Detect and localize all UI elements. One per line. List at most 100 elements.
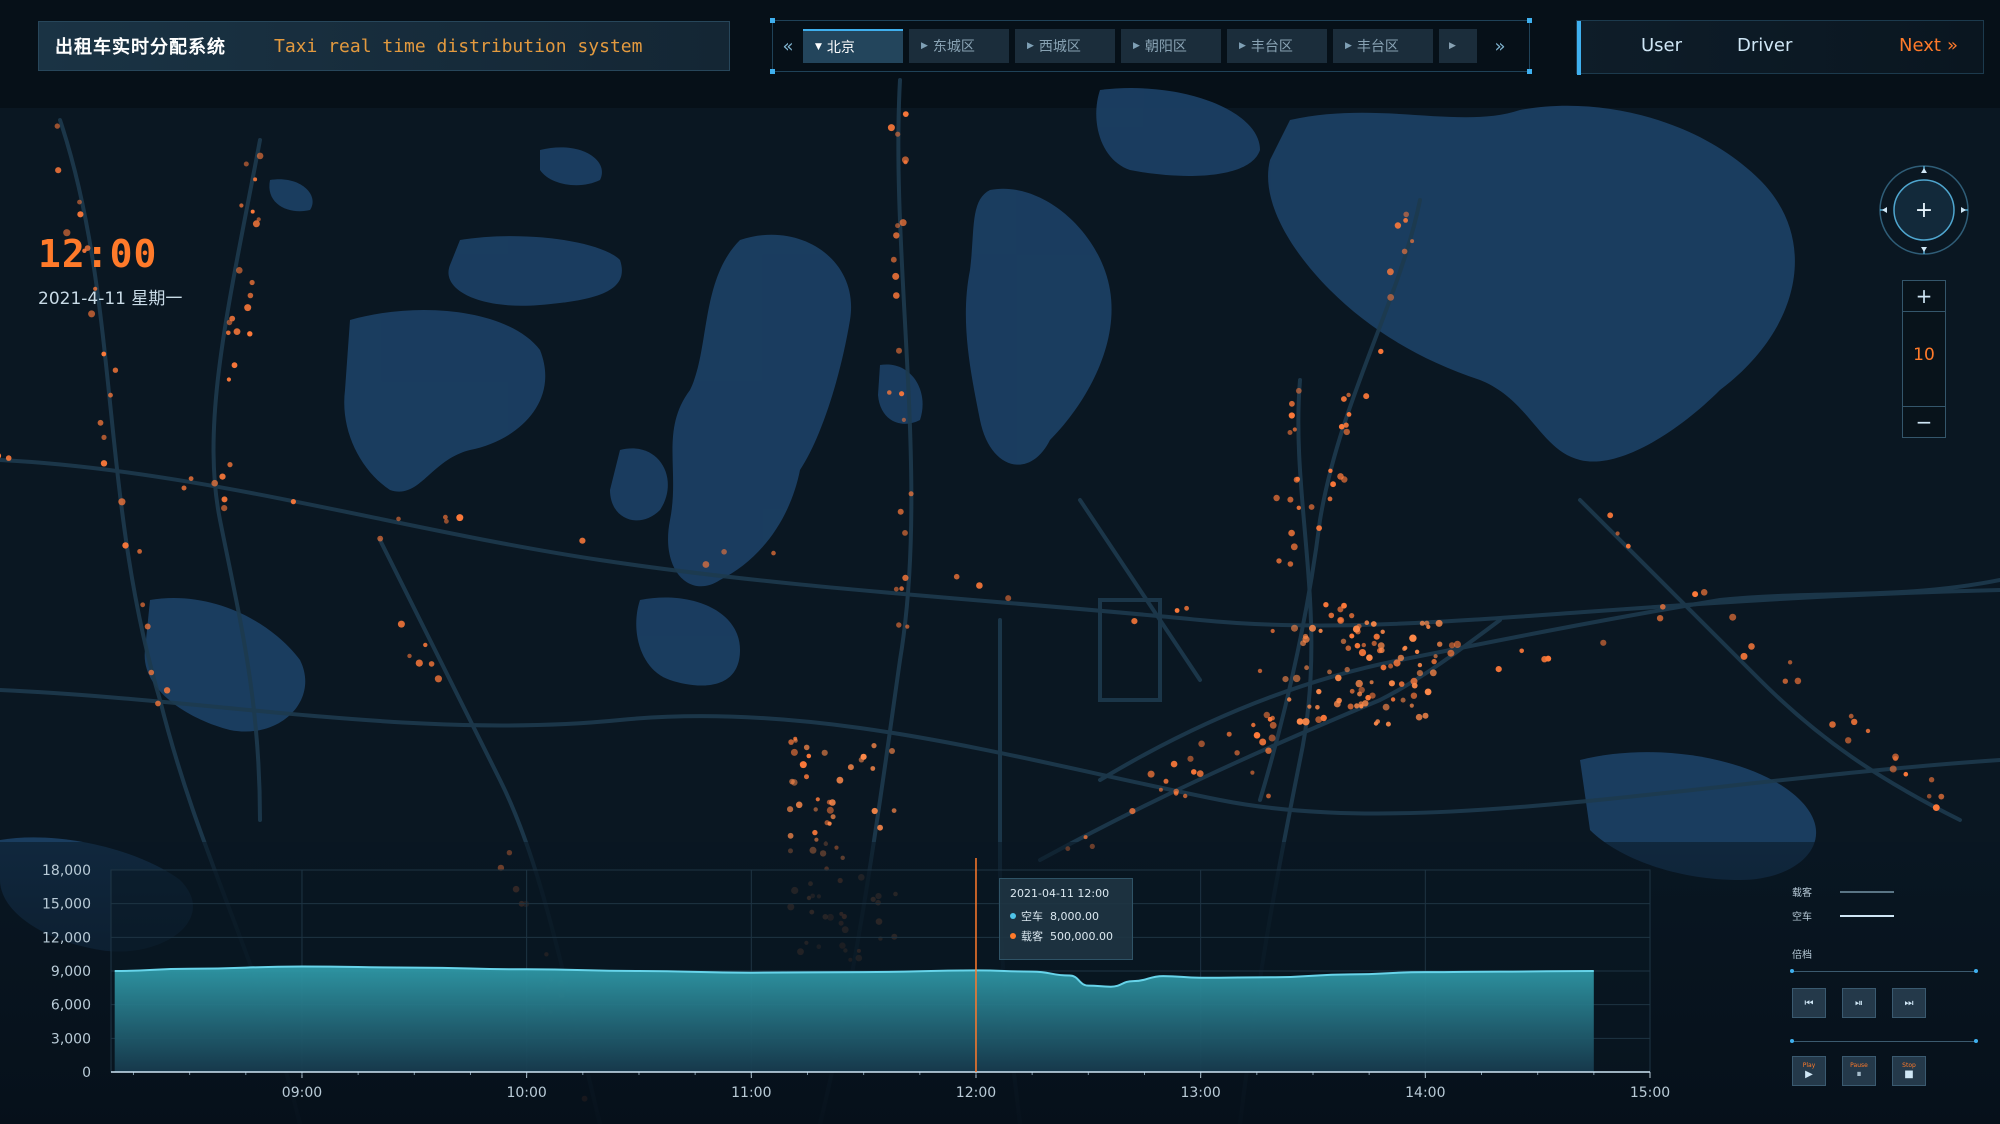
taxi-dot	[1740, 652, 1748, 660]
y-tick-label: 15,000	[42, 897, 91, 913]
taxi-dot	[1748, 643, 1755, 650]
taxi-dot	[1782, 678, 1789, 684]
taxi-dot	[1268, 734, 1276, 742]
taxi-dot	[1403, 218, 1408, 223]
zoom-in-button[interactable]: +	[1903, 281, 1945, 312]
nav-user-link[interactable]: User	[1641, 35, 1682, 56]
header-title-bar: 出租车实时分配系统 Taxi real time distribution sy…	[38, 21, 730, 71]
taxi-dot	[290, 499, 296, 505]
taxi-dot	[1341, 476, 1348, 483]
tab-fengtai-2[interactable]: ▶ 丰台区	[1333, 29, 1433, 63]
taxi-dot	[118, 498, 126, 506]
skip-back-icon: ⏮	[1804, 997, 1814, 1009]
taxi-dot	[1431, 658, 1437, 665]
taxi-dot	[887, 390, 892, 395]
taxi-dot	[1422, 712, 1429, 719]
taxi-dot	[1366, 654, 1373, 661]
zoom-out-button[interactable]: −	[1903, 406, 1945, 437]
taxi-dot	[893, 586, 899, 592]
taxi-dot	[108, 392, 113, 398]
taxi-dot	[1361, 642, 1367, 648]
taxi-dot	[1388, 680, 1395, 687]
taxi-dot	[1198, 740, 1205, 748]
district-tabs: « ▼ 北京 ▶ 东城区 ▶ 西城区 ▶ 朝阳区 ▶ 丰台区 ▶ 丰台区 ▶ »	[770, 18, 1532, 74]
timeline-slider[interactable]	[1790, 1039, 1978, 1043]
taxi-dot	[899, 586, 904, 591]
taxi-dot	[1328, 468, 1333, 473]
tab-overflow[interactable]: ▶	[1439, 29, 1477, 63]
taxi-dot	[101, 351, 107, 357]
taxi-dot	[247, 331, 253, 337]
taxi-dot	[799, 761, 807, 769]
taxi-dot	[88, 310, 96, 318]
nav-driver-link[interactable]: Driver	[1737, 35, 1792, 56]
taxi-dot	[1352, 625, 1361, 633]
slider-end	[1790, 1039, 1794, 1043]
x-tick-label: 10:00	[506, 1085, 546, 1101]
tab-beijing[interactable]: ▼ 北京	[803, 29, 903, 63]
taxi-dot	[1358, 649, 1367, 657]
taxi-dot	[1309, 624, 1316, 632]
y-tick-label: 9,000	[51, 964, 91, 980]
taxi-dot	[1335, 674, 1342, 682]
taxi-dot	[787, 832, 794, 839]
stop-button[interactable]: Stop ■	[1892, 1056, 1926, 1086]
taxi-dot	[892, 272, 900, 280]
play-button[interactable]: Play ▶	[1792, 1056, 1826, 1086]
taxi-dot	[893, 292, 900, 299]
taxi-dot	[702, 561, 710, 568]
taxi-dot	[1269, 721, 1277, 729]
taxi-dot	[871, 807, 878, 815]
taxi-dot	[889, 748, 895, 754]
tab-fengtai[interactable]: ▶ 丰台区	[1227, 29, 1327, 63]
pause-button[interactable]: Pause ⏸	[1842, 1056, 1876, 1086]
taxi-dot	[829, 799, 836, 806]
taxi-dot	[1928, 777, 1935, 783]
tab-xicheng[interactable]: ▶ 西城区	[1015, 29, 1115, 63]
tooltip-time: 2021-04-11 12:00	[1010, 887, 1110, 900]
taxi-dot	[788, 739, 794, 745]
taxi-dot	[1371, 640, 1377, 647]
tabs-next-icon[interactable]: »	[1485, 29, 1515, 63]
taxi-dot	[1416, 670, 1423, 677]
taxi-dot	[407, 653, 412, 659]
taxi-dot	[836, 776, 844, 784]
taxi-dot	[902, 111, 909, 117]
taxi-dot	[1267, 716, 1273, 722]
taxi-dot	[901, 156, 909, 164]
taxi-dot	[1187, 755, 1194, 762]
caret-right-icon: ▶	[1133, 41, 1140, 51]
taxi-dot	[1409, 703, 1414, 708]
compass-icon[interactable]: +	[1878, 164, 1970, 256]
tabs-prev-icon[interactable]: «	[773, 29, 803, 63]
taxi-dot	[1851, 718, 1858, 726]
taxi-dot	[423, 642, 428, 648]
taxi-dot	[1287, 430, 1293, 435]
taxi-dot	[1380, 629, 1385, 634]
taxi-dot	[579, 537, 586, 544]
tab-chaoyang[interactable]: ▶ 朝阳区	[1121, 29, 1221, 63]
taxi-dot	[1600, 639, 1607, 646]
taxi-dot	[1447, 649, 1455, 657]
step-button[interactable]: ⏯	[1842, 988, 1876, 1018]
taxi-dot	[1287, 496, 1294, 503]
taxi-dot	[1316, 525, 1322, 531]
taxi-dot	[226, 330, 231, 336]
tab-dongcheng[interactable]: ▶ 东城区	[909, 29, 1009, 63]
nav-next-button[interactable]: Next»	[1899, 35, 1958, 56]
taxi-dot	[155, 700, 161, 707]
taxi-dot	[1259, 738, 1267, 746]
speed-label: 倍档	[1792, 950, 1812, 961]
taxi-dot	[1340, 638, 1347, 644]
taxi-dot	[443, 514, 448, 520]
taxi-dot	[1349, 688, 1355, 694]
skip-back-button[interactable]: ⏮	[1792, 988, 1826, 1018]
speed-slider[interactable]	[1790, 969, 1978, 973]
taxi-dot	[5, 455, 12, 461]
skip-forward-button[interactable]: ⏭	[1892, 988, 1926, 1018]
taxi-dot	[1327, 496, 1333, 502]
taxi-dot	[1429, 669, 1437, 677]
taxi-dot	[1343, 422, 1349, 428]
taxi-dot	[1336, 697, 1342, 704]
legend-line	[1840, 914, 1894, 917]
